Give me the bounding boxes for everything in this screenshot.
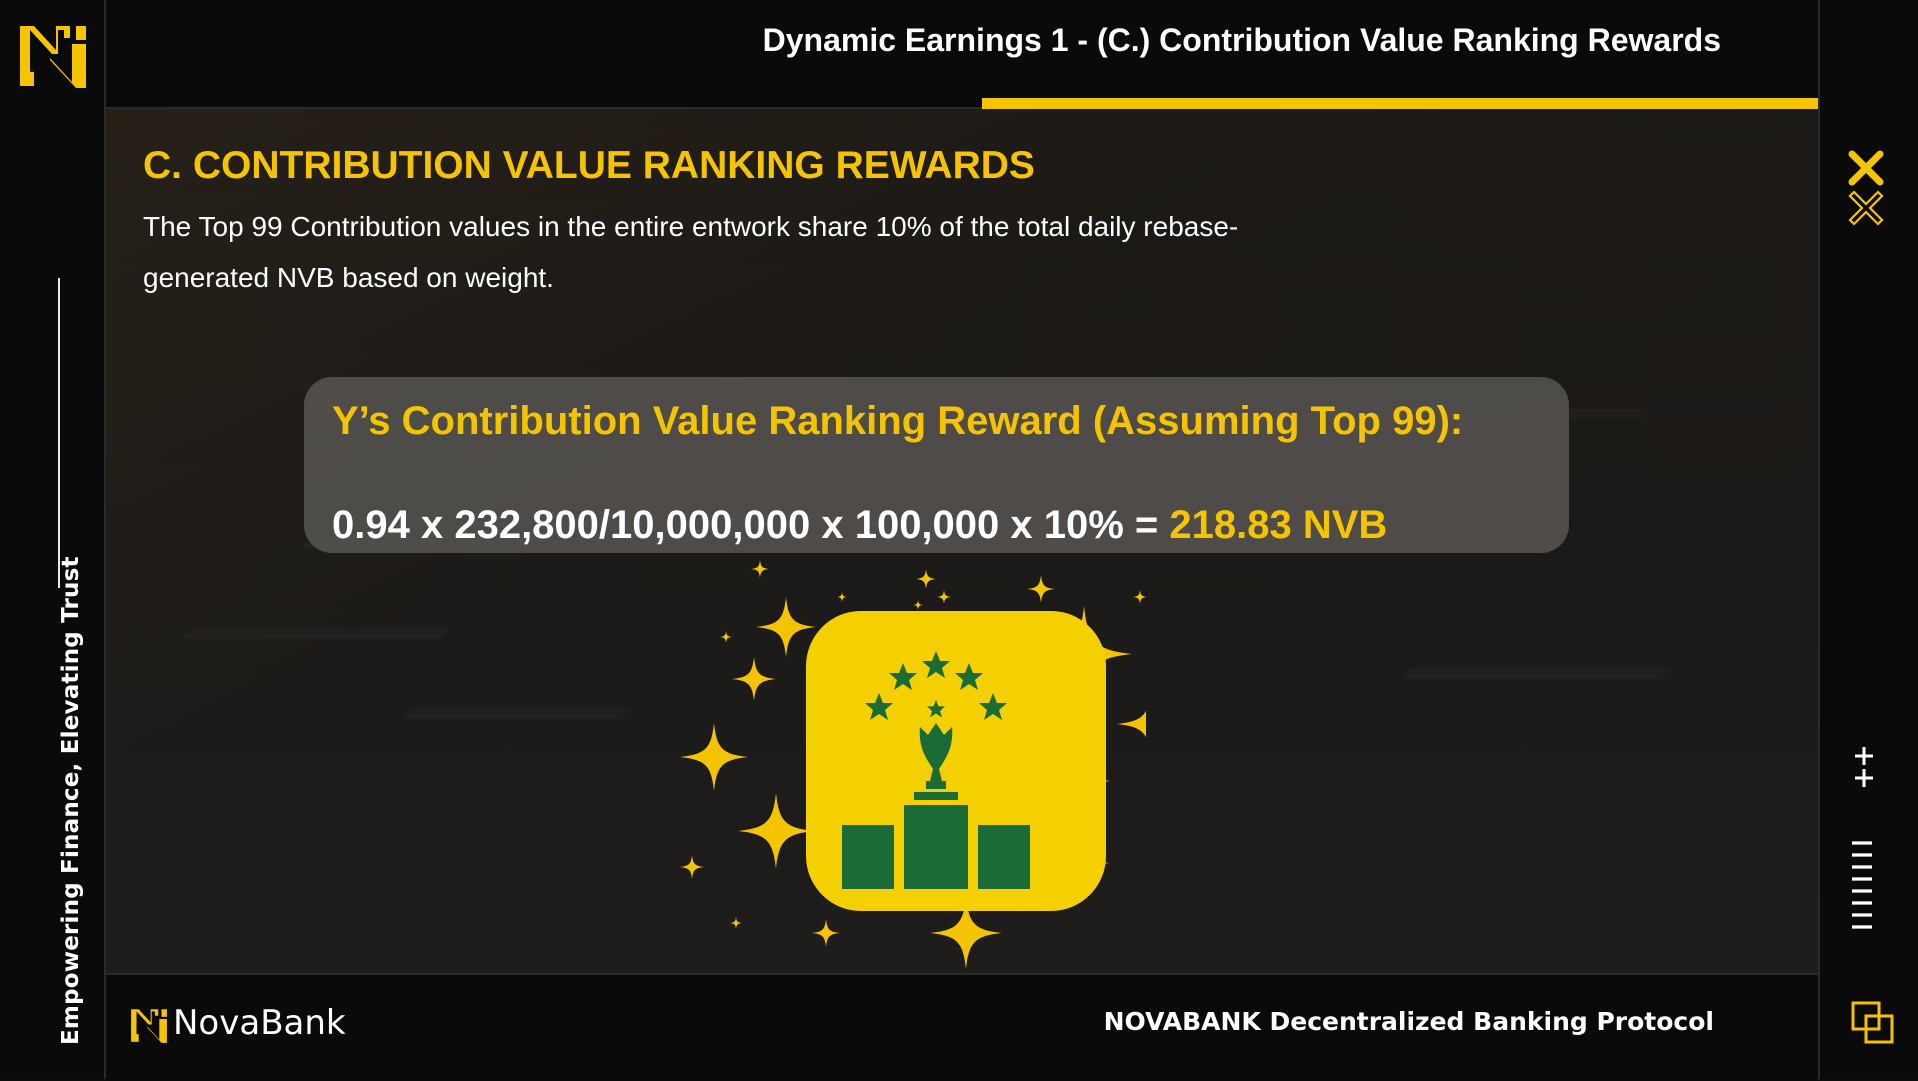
- overlap-squares-icon[interactable]: [1850, 1000, 1896, 1046]
- barcode-lines-icon: [1852, 841, 1872, 929]
- tagline: Empowering Finance, Elevating Trust: [58, 556, 84, 1045]
- page-title: Dynamic Earnings 1 - (C.) Contribution V…: [762, 22, 1721, 58]
- novabank-logo-icon: [131, 1009, 167, 1043]
- formula-result: 218.83 NVB: [1169, 503, 1388, 547]
- left-sidebar: Empowering Finance, Elevating Trust: [0, 0, 106, 1079]
- brand-name: NovaBank: [173, 1003, 346, 1043]
- right-sidebar: [1818, 0, 1918, 1079]
- formula-text: 0.94 x 232,800/10,000,000 x 100,000 x 10…: [332, 503, 1170, 547]
- calculation-card: Y’s Contribution Value Ranking Reward (A…: [304, 377, 1569, 553]
- close-x-icon[interactable]: [1848, 150, 1884, 186]
- section-title: C. CONTRIBUTION VALUE RANKING REWARDS: [143, 144, 1035, 187]
- header: Dynamic Earnings 1 - (C.) Contribution V…: [106, 0, 1818, 109]
- trophy-podium-icon: [680, 560, 1146, 969]
- novabank-logo-icon: [20, 26, 86, 88]
- section-description: The Top 99 Contribution values in the en…: [143, 211, 1239, 293]
- plus-icon: [1855, 747, 1873, 787]
- calculation-title: Y’s Contribution Value Ranking Reward (A…: [332, 399, 1464, 443]
- header-accent-bar: [982, 98, 1918, 109]
- outline-x-icon: [1848, 190, 1884, 226]
- protocol-label: NOVABANK Decentralized Banking Protocol: [1103, 1007, 1714, 1036]
- main-content: C. CONTRIBUTION VALUE RANKING REWARDS Th…: [106, 109, 1818, 973]
- calculation-formula: 0.94 x 232,800/10,000,000 x 100,000 x 10…: [332, 503, 1387, 548]
- vertical-divider: [58, 278, 60, 588]
- footer: NovaBank NOVABANK Decentralized Banking …: [106, 973, 1818, 1081]
